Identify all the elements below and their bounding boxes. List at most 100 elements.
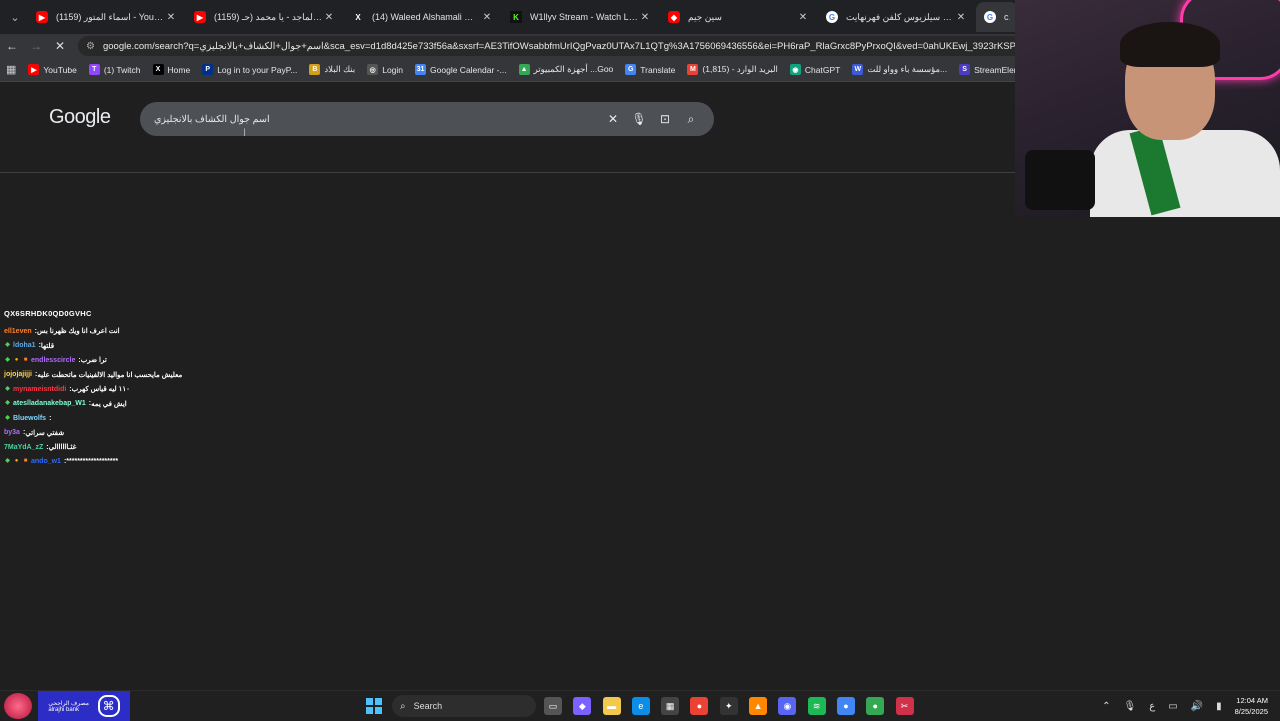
tab-5[interactable]: G سيلزيوس كلفن فهرنهايت - earch✕: [818, 2, 976, 32]
snip-icon[interactable]: ✂: [895, 697, 914, 715]
chat-badge-icon: ●: [14, 458, 19, 465]
chat-username: ell1even: [4, 327, 32, 335]
chat-username: ando_w1: [31, 458, 61, 466]
google-search-header: Google اسم جوال الكشاف بالانجليزي ✕ 🎙 ⊡ …: [0, 82, 1015, 173]
bookmark-item[interactable]: ▶ YouTube: [28, 64, 77, 75]
close-tab-icon[interactable]: ✕: [796, 12, 810, 23]
bookmark-label: مؤسسة باء وواو للت...: [867, 64, 948, 74]
bookmark-favicon-icon: G: [625, 64, 637, 75]
chrome-icon[interactable]: ●: [690, 697, 709, 715]
tab-title: W1llyv Stream - Watch Live on: [530, 12, 638, 22]
chat-badge-icon: ◆: [5, 400, 10, 407]
discord-icon[interactable]: ◉: [778, 697, 797, 715]
tab-0[interactable]: ▶ (1159) اسماء المتور - YouTube✕: [28, 2, 186, 32]
start-button[interactable]: [366, 698, 382, 714]
bookmark-item[interactable]: T (1) Twitch: [88, 64, 141, 75]
tab-2[interactable]: X (14) Waleed Alshamali 🧠 on X✕: [344, 2, 502, 32]
taskbar-search[interactable]: ⌕ Search: [392, 695, 536, 717]
bookmark-item[interactable]: M البريد الوارد - (1,815): [687, 64, 778, 75]
chrome-beta-icon[interactable]: ●: [866, 697, 885, 715]
youtube-icon: ▶: [194, 11, 206, 23]
bookmark-favicon-icon: T: [88, 64, 100, 75]
tab-6[interactable]: Gch -: [976, 2, 1018, 32]
bookmark-favicon-icon: ▶: [28, 64, 40, 75]
chat-text: قلتها: [40, 342, 55, 350]
tab-3[interactable]: K W1llyv Stream - Watch Live on✕: [502, 2, 660, 32]
clock[interactable]: 12:04 AM 8/25/2025: [1235, 695, 1268, 717]
chevron-up-icon[interactable]: ⌃: [1102, 701, 1110, 712]
windows-taskbar: مصرف الراجحي alrajhi bank ⌘ ⌕ Search ▭ ◆ ▬ e…: [0, 690, 1280, 721]
copilot-icon[interactable]: ◆: [573, 697, 592, 715]
chat-username: ldoha1: [13, 342, 36, 350]
chat-username: mynameisntdidi: [13, 385, 67, 393]
tab-1[interactable]: ▶ (1159) راشد الماجد - يا محمد (حـ✕: [186, 2, 344, 32]
bookmark-favicon-icon: P: [202, 64, 214, 75]
lens-icon[interactable]: ⊡: [652, 112, 678, 126]
sponsor-logo-1: [4, 693, 32, 719]
bookmark-item[interactable]: W مؤسسة باء وواو للت...: [852, 64, 947, 75]
network-icon[interactable]: ▭: [1168, 701, 1177, 712]
file-explorer-icon[interactable]: ▬: [602, 697, 621, 715]
bookmark-item[interactable]: B بنك البلاد: [309, 64, 355, 75]
edge-icon[interactable]: e: [631, 697, 650, 715]
bookmark-favicon-icon: X: [152, 64, 164, 75]
bookmark-label: ChatGPT: [804, 64, 841, 75]
chat-message: ◆ Bluewolfs:: [4, 411, 304, 426]
search-icon[interactable]: ⌕: [678, 112, 704, 127]
microphone-icon[interactable]: 🎙: [626, 112, 652, 126]
bookmark-item[interactable]: ◎ Login: [367, 64, 403, 75]
bookmark-item[interactable]: P Log in to your PayP...: [202, 64, 297, 75]
task-view-icon[interactable]: ▭: [544, 697, 562, 715]
spotify-icon[interactable]: ≋: [807, 697, 826, 715]
chat-username: endlesscircle: [31, 356, 76, 364]
close-tab-icon[interactable]: ✕: [954, 12, 968, 23]
bookmark-item[interactable]: X Home: [152, 64, 190, 75]
chat-text: انت اعرف انا ويك ظهرنا بس: [36, 328, 120, 336]
clear-icon[interactable]: ✕: [600, 112, 626, 126]
clock-time: 12:04 AM: [1236, 696, 1268, 705]
streamer-hair: [1120, 22, 1220, 67]
forward-button[interactable]: →: [24, 39, 48, 53]
chat-text: ايش في يمه: [91, 400, 127, 408]
vlc-icon[interactable]: ▲: [749, 697, 768, 715]
language-indicator[interactable]: ع: [1149, 701, 1155, 712]
close-tab-icon[interactable]: ✕: [322, 12, 336, 23]
chat-username: ateslladanakebap_W1: [13, 400, 86, 408]
chat-message: ◆ ● ■ ando_w1: *******************: [4, 455, 304, 470]
bookmark-favicon-icon: 31: [415, 64, 427, 75]
bookmark-item[interactable]: ◉ ChatGPT: [789, 64, 841, 75]
chat-message: ◆ ldoha1: قلتها: [4, 339, 304, 354]
google-logo[interactable]: Google: [49, 106, 111, 129]
close-tab-icon[interactable]: ✕: [164, 12, 178, 23]
battery-icon[interactable]: ▮: [1216, 701, 1222, 712]
microphone-icon[interactable]: 🎙: [1124, 701, 1137, 712]
bookmark-item[interactable]: ▲ أجهزة الكمبيوتر ...Goo: [518, 64, 613, 75]
bookmark-item[interactable]: G Translate: [625, 64, 675, 75]
chat-message: ◆ mynameisntdidi: ١١٠ ليه قياس كهرب: [4, 382, 304, 397]
app-red-icon[interactable]: ✦: [719, 697, 738, 715]
tab-search-button[interactable]: ⌄: [2, 4, 28, 30]
taskbar-search-label: Search: [413, 701, 443, 711]
chat-message: ◆ ● ■ endlesscircle: ترا ضرب: [4, 353, 304, 368]
tab-title: (1159) راشد الماجد - يا محمد (حـ: [214, 11, 322, 22]
chrome-alt-icon[interactable]: ●: [836, 697, 855, 715]
google-icon: G: [984, 11, 996, 23]
close-tab-icon[interactable]: ✕: [480, 12, 494, 23]
apps-grid-icon[interactable]: ▦: [6, 63, 16, 76]
tab-4[interactable]: ◆ سين جيم ✕: [660, 2, 818, 32]
back-button[interactable]: ←: [0, 39, 24, 53]
search-box[interactable]: اسم جوال الكشاف بالانجليزي ✕ 🎙 ⊡ ⌕: [140, 102, 714, 136]
store-icon[interactable]: ▦: [661, 697, 680, 715]
volume-icon[interactable]: 🔊: [1191, 701, 1203, 712]
x-icon: X: [355, 12, 361, 22]
stop-loading-button[interactable]: ✕: [48, 39, 72, 53]
bookmark-favicon-icon: ◎: [367, 64, 379, 75]
streamer-body: [1090, 130, 1280, 217]
close-tab-icon[interactable]: ✕: [638, 12, 652, 23]
chat-badge-icon: ◆: [5, 414, 10, 421]
search-input[interactable]: اسم جوال الكشاف بالانجليزي: [154, 114, 600, 125]
bookmark-item[interactable]: 31 Google Calendar -...: [415, 64, 507, 75]
chat-badge-icon: ■: [23, 356, 28, 363]
bookmark-list: ▶ YouTube T (1) Twitch X Home P Log in to your …: [28, 64, 1063, 75]
site-info-icon[interactable]: ⚙: [86, 41, 95, 52]
